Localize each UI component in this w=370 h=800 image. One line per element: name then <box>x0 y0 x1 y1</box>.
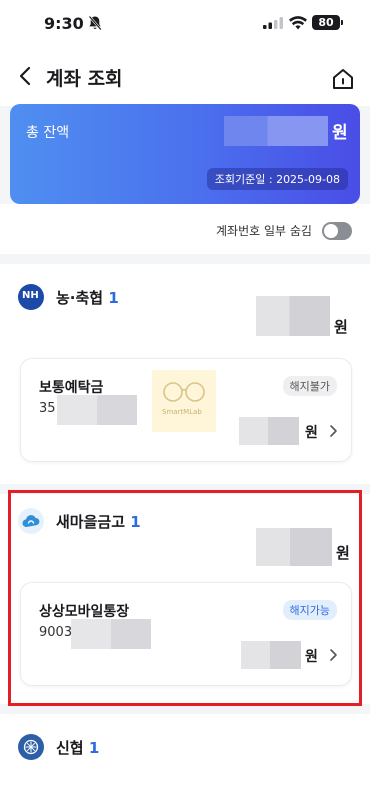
termination-status-badge: 해지불가 <box>282 376 337 396</box>
total-balance-currency: 원 <box>332 123 348 143</box>
home-button[interactable] <box>330 66 356 92</box>
highlight-box <box>8 490 362 706</box>
wifi-icon <box>289 16 307 30</box>
account-amount-currency: 원 <box>305 425 318 441</box>
bank-name: 농·축협 1 <box>56 287 119 308</box>
bank-masked-amount <box>256 296 330 336</box>
emblem-icon <box>23 739 39 755</box>
query-date-badge: 조회기준일 : 2025-09-08 <box>206 168 348 190</box>
watermark-logo: SmartMLab <box>152 370 216 432</box>
total-balance-masked-amount <box>224 116 328 146</box>
signal-icon <box>263 17 283 29</box>
bank-name: 신협 1 <box>56 737 99 758</box>
toggle-knob <box>324 224 338 238</box>
shinhyup-logo-icon <box>18 734 44 760</box>
account-name: 보통예탁금 <box>39 380 104 396</box>
nh-logo-text: NH <box>22 290 39 301</box>
bank-section-shinhyup: 신협 1 <box>0 714 370 800</box>
watermark-text: SmartMLab <box>162 408 202 416</box>
hide-account-number-toggle[interactable] <box>322 222 352 240</box>
battery-indicator: 80 <box>312 15 343 30</box>
total-balance-card: 총 잔액 원 조회기준일 : 2025-09-08 <box>10 104 360 204</box>
bell-off-icon <box>88 15 102 31</box>
header: 계좌 조회 <box>0 46 370 106</box>
bank-name-label: 신협 <box>56 739 84 757</box>
bank-name-label: 농·축협 <box>56 289 104 307</box>
glasses-icon <box>163 382 205 402</box>
back-button[interactable] <box>12 62 40 90</box>
status-time: 9:30 <box>44 14 84 33</box>
bank-account-count: 1 <box>108 289 119 307</box>
status-bar: 9:30 80 <box>0 0 370 46</box>
account-number-mask <box>57 395 137 425</box>
total-balance-label: 총 잔액 <box>26 125 70 141</box>
page-title: 계좌 조회 <box>46 68 123 90</box>
account-masked-amount <box>239 417 299 445</box>
bank-account-count: 1 <box>88 739 100 757</box>
bank-amount-currency: 원 <box>334 318 348 336</box>
nh-logo-icon: NH <box>18 284 44 310</box>
account-number: 35 <box>39 401 56 416</box>
chevron-right-icon <box>330 425 337 437</box>
hide-account-number-label: 계좌번호 일부 숨김 <box>216 224 312 238</box>
hide-account-number-row: 계좌번호 일부 숨김 <box>0 204 370 254</box>
